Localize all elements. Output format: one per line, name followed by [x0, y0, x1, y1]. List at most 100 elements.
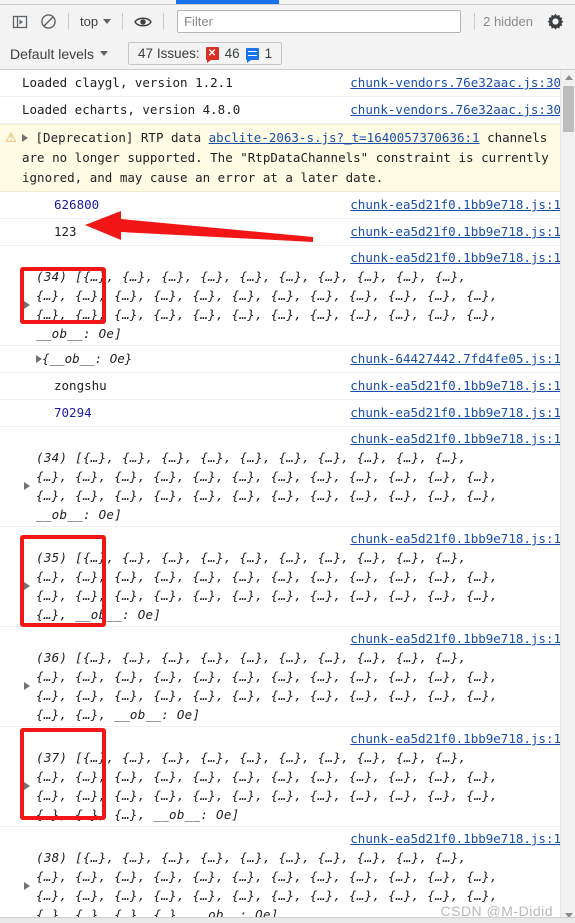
- message-source-link[interactable]: chunk-vendors.76e32aac.js:30: [350, 73, 561, 93]
- warning-prefix: [Deprecation] RTP data: [35, 130, 209, 145]
- array-line-3: __ob__: Oe]: [36, 326, 123, 341]
- console-scrollbar[interactable]: [560, 70, 575, 923]
- console-toolbar: top 2 hidden: [0, 5, 575, 38]
- message-source-row: chunk-ea5d21f0.1bb9e718.js:1: [0, 629, 575, 648]
- array-line-0: [{…}, {…}, {…}, {…}, {…}, {…}, {…}, {…},…: [75, 550, 467, 565]
- array-line-0: [{…}, {…}, {…}, {…}, {…}, {…}, {…}, {…},…: [75, 450, 467, 465]
- array-line-1: {…}, {…}, {…}, {…}, {…}, {…}, {…}, {…}, …: [36, 669, 498, 684]
- message-source-link[interactable]: chunk-vendors.76e32aac.js:30: [350, 100, 561, 120]
- warning-source-link[interactable]: abclite-2063-s.js?_t=1640057370636:1: [209, 130, 480, 145]
- issues-button[interactable]: 47 Issues: ✕ 46 1: [128, 42, 283, 65]
- value-number: 626800: [54, 197, 100, 212]
- issues-label: 47 Issues:: [138, 46, 200, 61]
- bottom-status-bar: [0, 917, 575, 923]
- message-source-link[interactable]: chunk-ea5d21f0.1bb9e718.js:1: [350, 431, 561, 446]
- filter-input[interactable]: [177, 10, 462, 33]
- toolbar-divider-3: [163, 13, 165, 30]
- message-source-link[interactable]: chunk-64427442.7fd4fe05.js:1: [350, 349, 561, 369]
- array-line-2: {…}, {…}, {…}, {…}, {…}, {…}, {…}, {…}, …: [36, 888, 498, 903]
- expand-triangle-icon[interactable]: [24, 582, 30, 590]
- message-source-link[interactable]: chunk-ea5d21f0.1bb9e718.js:1: [350, 403, 561, 423]
- console-message-value[interactable]: 626800 chunk-ea5d21f0.1bb9e718.js:1: [0, 192, 575, 219]
- console-message-warning[interactable]: ⚠ [Deprecation] RTP data abclite-2063-s.…: [0, 124, 575, 192]
- scrollbar-thumb[interactable]: [563, 86, 574, 132]
- array-preview: (36) [{…}, {…}, {…}, {…}, {…}, {…}, {…},…: [36, 648, 575, 724]
- expand-triangle-cell[interactable]: [0, 648, 36, 724]
- message-source-link[interactable]: chunk-ea5d21f0.1bb9e718.js:1: [350, 631, 561, 646]
- array-line-1: {…}, {…}, {…}, {…}, {…}, {…}, {…}, {…}, …: [36, 769, 498, 784]
- console-message-value[interactable]: zongshu chunk-ea5d21f0.1bb9e718.js:1: [0, 373, 575, 400]
- expand-triangle-cell[interactable]: [0, 448, 36, 524]
- array-line-0: [{…}, {…}, {…}, {…}, {…}, {…}, {…}, {…},…: [75, 269, 467, 284]
- console-message-array[interactable]: chunk-ea5d21f0.1bb9e718.js:1 (34) [{…}, …: [0, 246, 575, 346]
- array-count: (37): [36, 750, 68, 765]
- message-source-link[interactable]: chunk-ea5d21f0.1bb9e718.js:1: [350, 731, 561, 746]
- scroll-up-arrow-icon[interactable]: [561, 70, 575, 85]
- message-source-link[interactable]: chunk-ea5d21f0.1bb9e718.js:1: [350, 222, 561, 242]
- hidden-messages-count: 2 hidden: [483, 14, 533, 29]
- console-message-array[interactable]: chunk-ea5d21f0.1bb9e718.js:1 (35) [{…}, …: [0, 527, 575, 627]
- array-line-2: {…}, {…}, {…}, {…}, {…}, {…}, {…}, {…}, …: [36, 488, 498, 503]
- message-source-link[interactable]: chunk-ea5d21f0.1bb9e718.js:1: [350, 250, 561, 265]
- array-line-2: {…}, {…}, {…}, {…}, {…}, {…}, {…}, {…}, …: [36, 307, 498, 322]
- console-message-value[interactable]: 123 chunk-ea5d21f0.1bb9e718.js:1: [0, 219, 575, 246]
- value-string: zongshu: [54, 378, 107, 393]
- console-message-object[interactable]: {__ob__: Oe} chunk-64427442.7fd4fe05.js:…: [0, 346, 575, 373]
- console-message-array[interactable]: chunk-ea5d21f0.1bb9e718.js:1 (36) [{…}, …: [0, 627, 575, 727]
- array-line-3: {…}, {…}, __ob__: Oe]: [36, 707, 201, 722]
- expand-triangle-icon[interactable]: [22, 134, 28, 142]
- array-count: (35): [36, 550, 68, 565]
- toolbar-divider-1: [68, 13, 69, 30]
- expand-triangle-icon[interactable]: [24, 301, 30, 309]
- expand-triangle-cell[interactable]: [0, 848, 36, 923]
- sidebar-panel-icon[interactable]: [6, 9, 34, 35]
- expand-triangle-cell[interactable]: [0, 267, 36, 343]
- console-message-value[interactable]: 70294 chunk-ea5d21f0.1bb9e718.js:1: [0, 400, 575, 427]
- message-source-row: chunk-ea5d21f0.1bb9e718.js:1: [0, 829, 575, 848]
- array-count: (36): [36, 650, 68, 665]
- expand-triangle-icon[interactable]: [24, 682, 30, 690]
- array-line-1: {…}, {…}, {…}, {…}, {…}, {…}, {…}, {…}, …: [36, 288, 498, 303]
- expand-triangle-icon[interactable]: [24, 882, 30, 890]
- gear-icon[interactable]: [541, 9, 569, 35]
- console-message-log[interactable]: Loaded echarts, version 4.8.0 chunk-vend…: [0, 97, 575, 124]
- value-string: 123: [54, 224, 77, 239]
- array-count: (34): [36, 450, 68, 465]
- array-line-0: [{…}, {…}, {…}, {…}, {…}, {…}, {…}, {…},…: [75, 750, 467, 765]
- expand-triangle-icon[interactable]: [24, 482, 30, 490]
- message-source-row: chunk-ea5d21f0.1bb9e718.js:1: [0, 248, 575, 267]
- console-message-list[interactable]: Loaded claygl, version 1.2.1 chunk-vendo…: [0, 70, 575, 923]
- expand-triangle-cell[interactable]: [0, 548, 36, 624]
- message-source-link[interactable]: chunk-ea5d21f0.1bb9e718.js:1: [350, 376, 561, 396]
- array-count: (34): [36, 269, 68, 284]
- message-source-link[interactable]: chunk-ea5d21f0.1bb9e718.js:1: [350, 531, 561, 546]
- chevron-down-icon: [100, 51, 109, 56]
- execution-context-selector[interactable]: top: [75, 12, 116, 31]
- expand-triangle-cell[interactable]: [0, 748, 36, 824]
- active-tab-indicator[interactable]: [176, 0, 279, 4]
- console-message-log[interactable]: Loaded claygl, version 1.2.1 chunk-vendo…: [0, 70, 575, 97]
- live-expression-eye-icon[interactable]: [129, 9, 157, 35]
- error-count: 46: [224, 46, 240, 61]
- array-count: (38): [36, 850, 68, 865]
- message-gutter: [0, 100, 22, 102]
- object-preview: {__ob__: Oe}: [22, 349, 350, 369]
- devtools-tabstrip: [0, 0, 575, 5]
- console-message-array[interactable]: chunk-ea5d21f0.1bb9e718.js:1 (34) [{…}, …: [0, 427, 575, 527]
- message-source-row: chunk-ea5d21f0.1bb9e718.js:1: [0, 729, 575, 748]
- message-source-link[interactable]: chunk-ea5d21f0.1bb9e718.js:1: [350, 831, 561, 846]
- message-gutter: [0, 403, 22, 405]
- clear-console-icon[interactable]: [34, 9, 62, 35]
- message-gutter: [0, 222, 22, 224]
- array-line-1: {…}, {…}, {…}, {…}, {…}, {…}, {…}, {…}, …: [36, 869, 498, 884]
- console-levels-bar: Default levels 47 Issues: ✕ 46 1: [0, 38, 575, 70]
- array-line-2: {…}, {…}, {…}, {…}, {…}, {…}, {…}, {…}, …: [36, 788, 498, 803]
- devtools-console-panel: top 2 hidden Default levels: [0, 0, 575, 923]
- expand-triangle-icon[interactable]: [24, 782, 30, 790]
- array-line-1: {…}, {…}, {…}, {…}, {…}, {…}, {…}, {…}, …: [36, 569, 498, 584]
- log-levels-dropdown[interactable]: Default levels: [10, 45, 109, 62]
- array-preview: (35) [{…}, {…}, {…}, {…}, {…}, {…}, {…},…: [36, 548, 575, 624]
- message-source-link[interactable]: chunk-ea5d21f0.1bb9e718.js:1: [350, 195, 561, 215]
- log-levels-label: Default levels: [10, 45, 95, 62]
- console-message-array[interactable]: chunk-ea5d21f0.1bb9e718.js:1 (37) [{…}, …: [0, 727, 575, 827]
